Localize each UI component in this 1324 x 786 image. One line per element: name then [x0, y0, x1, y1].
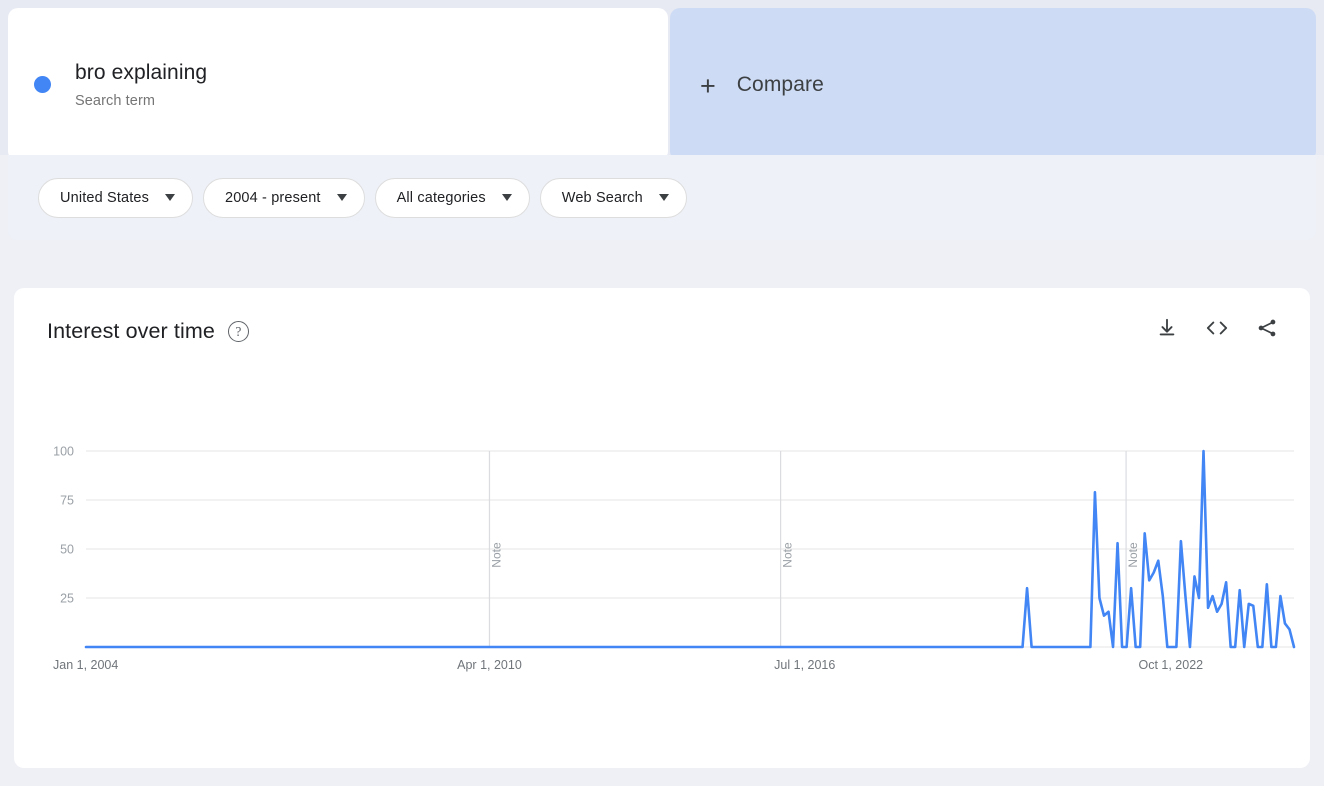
- plus-icon: +: [700, 73, 716, 100]
- filter-location[interactable]: United States: [38, 178, 193, 218]
- y-axis-tick-label: 75: [60, 494, 74, 508]
- chevron-down-icon: [502, 194, 512, 201]
- x-axis-tick-label: Jan 1, 2004: [53, 658, 118, 672]
- chevron-down-icon: [659, 194, 669, 201]
- note-annotation-label[interactable]: Note: [781, 542, 795, 568]
- help-icon[interactable]: ?: [228, 321, 249, 342]
- filter-time-range[interactable]: 2004 - present: [203, 178, 365, 218]
- chart-header: Interest over time ?: [14, 288, 1310, 362]
- search-term-texts: bro explaining Search term: [75, 59, 207, 111]
- chart-actions: [1154, 315, 1280, 341]
- embed-icon[interactable]: [1204, 315, 1230, 341]
- interest-over-time-chart[interactable]: 100 75 50 25 Note Note Note Jan 1, 2004 Apr 1, 2…: [14, 362, 1310, 768]
- x-axis-tick-label: Jul 1, 2016: [774, 658, 835, 672]
- y-axis-tick-label: 100: [53, 445, 74, 459]
- x-axis-tick-label: Apr 1, 2010: [457, 658, 522, 672]
- share-icon[interactable]: [1254, 315, 1280, 341]
- filter-location-label: United States: [60, 190, 149, 206]
- filter-category-label: All categories: [397, 190, 486, 206]
- series-color-dot: [34, 76, 51, 93]
- x-axis-tick-label: Oct 1, 2022: [1138, 658, 1203, 672]
- chevron-down-icon: [337, 194, 347, 201]
- note-annotation-label[interactable]: Note: [489, 542, 503, 568]
- download-icon[interactable]: [1154, 315, 1180, 341]
- search-term-title: bro explaining: [75, 59, 207, 86]
- y-axis-tick-label: 50: [60, 543, 74, 557]
- chart-title: Interest over time: [47, 318, 215, 344]
- chart-plot-area: 100 75 50 25 Note Note Note Jan 1, 2004 Apr 1, 2…: [14, 362, 1310, 768]
- filter-search-type-label: Web Search: [562, 190, 643, 206]
- note-annotation-label[interactable]: Note: [1126, 542, 1140, 568]
- compare-label: Compare: [737, 73, 824, 97]
- trends-page: bro explaining Search term + Compare Uni…: [0, 0, 1324, 786]
- filter-time-range-label: 2004 - present: [225, 190, 321, 206]
- interest-over-time-card: Interest over time ?: [14, 288, 1310, 768]
- filter-bar: United States 2004 - present All categor…: [8, 155, 1316, 240]
- chevron-down-icon: [165, 194, 175, 201]
- search-term-card[interactable]: bro explaining Search term: [8, 8, 668, 161]
- search-term-subtitle: Search term: [75, 91, 207, 111]
- filter-category[interactable]: All categories: [375, 178, 530, 218]
- filter-search-type[interactable]: Web Search: [540, 178, 687, 218]
- search-terms-row: bro explaining Search term + Compare: [0, 0, 1324, 155]
- y-axis-tick-label: 25: [60, 592, 74, 606]
- compare-button[interactable]: + Compare: [670, 8, 1316, 161]
